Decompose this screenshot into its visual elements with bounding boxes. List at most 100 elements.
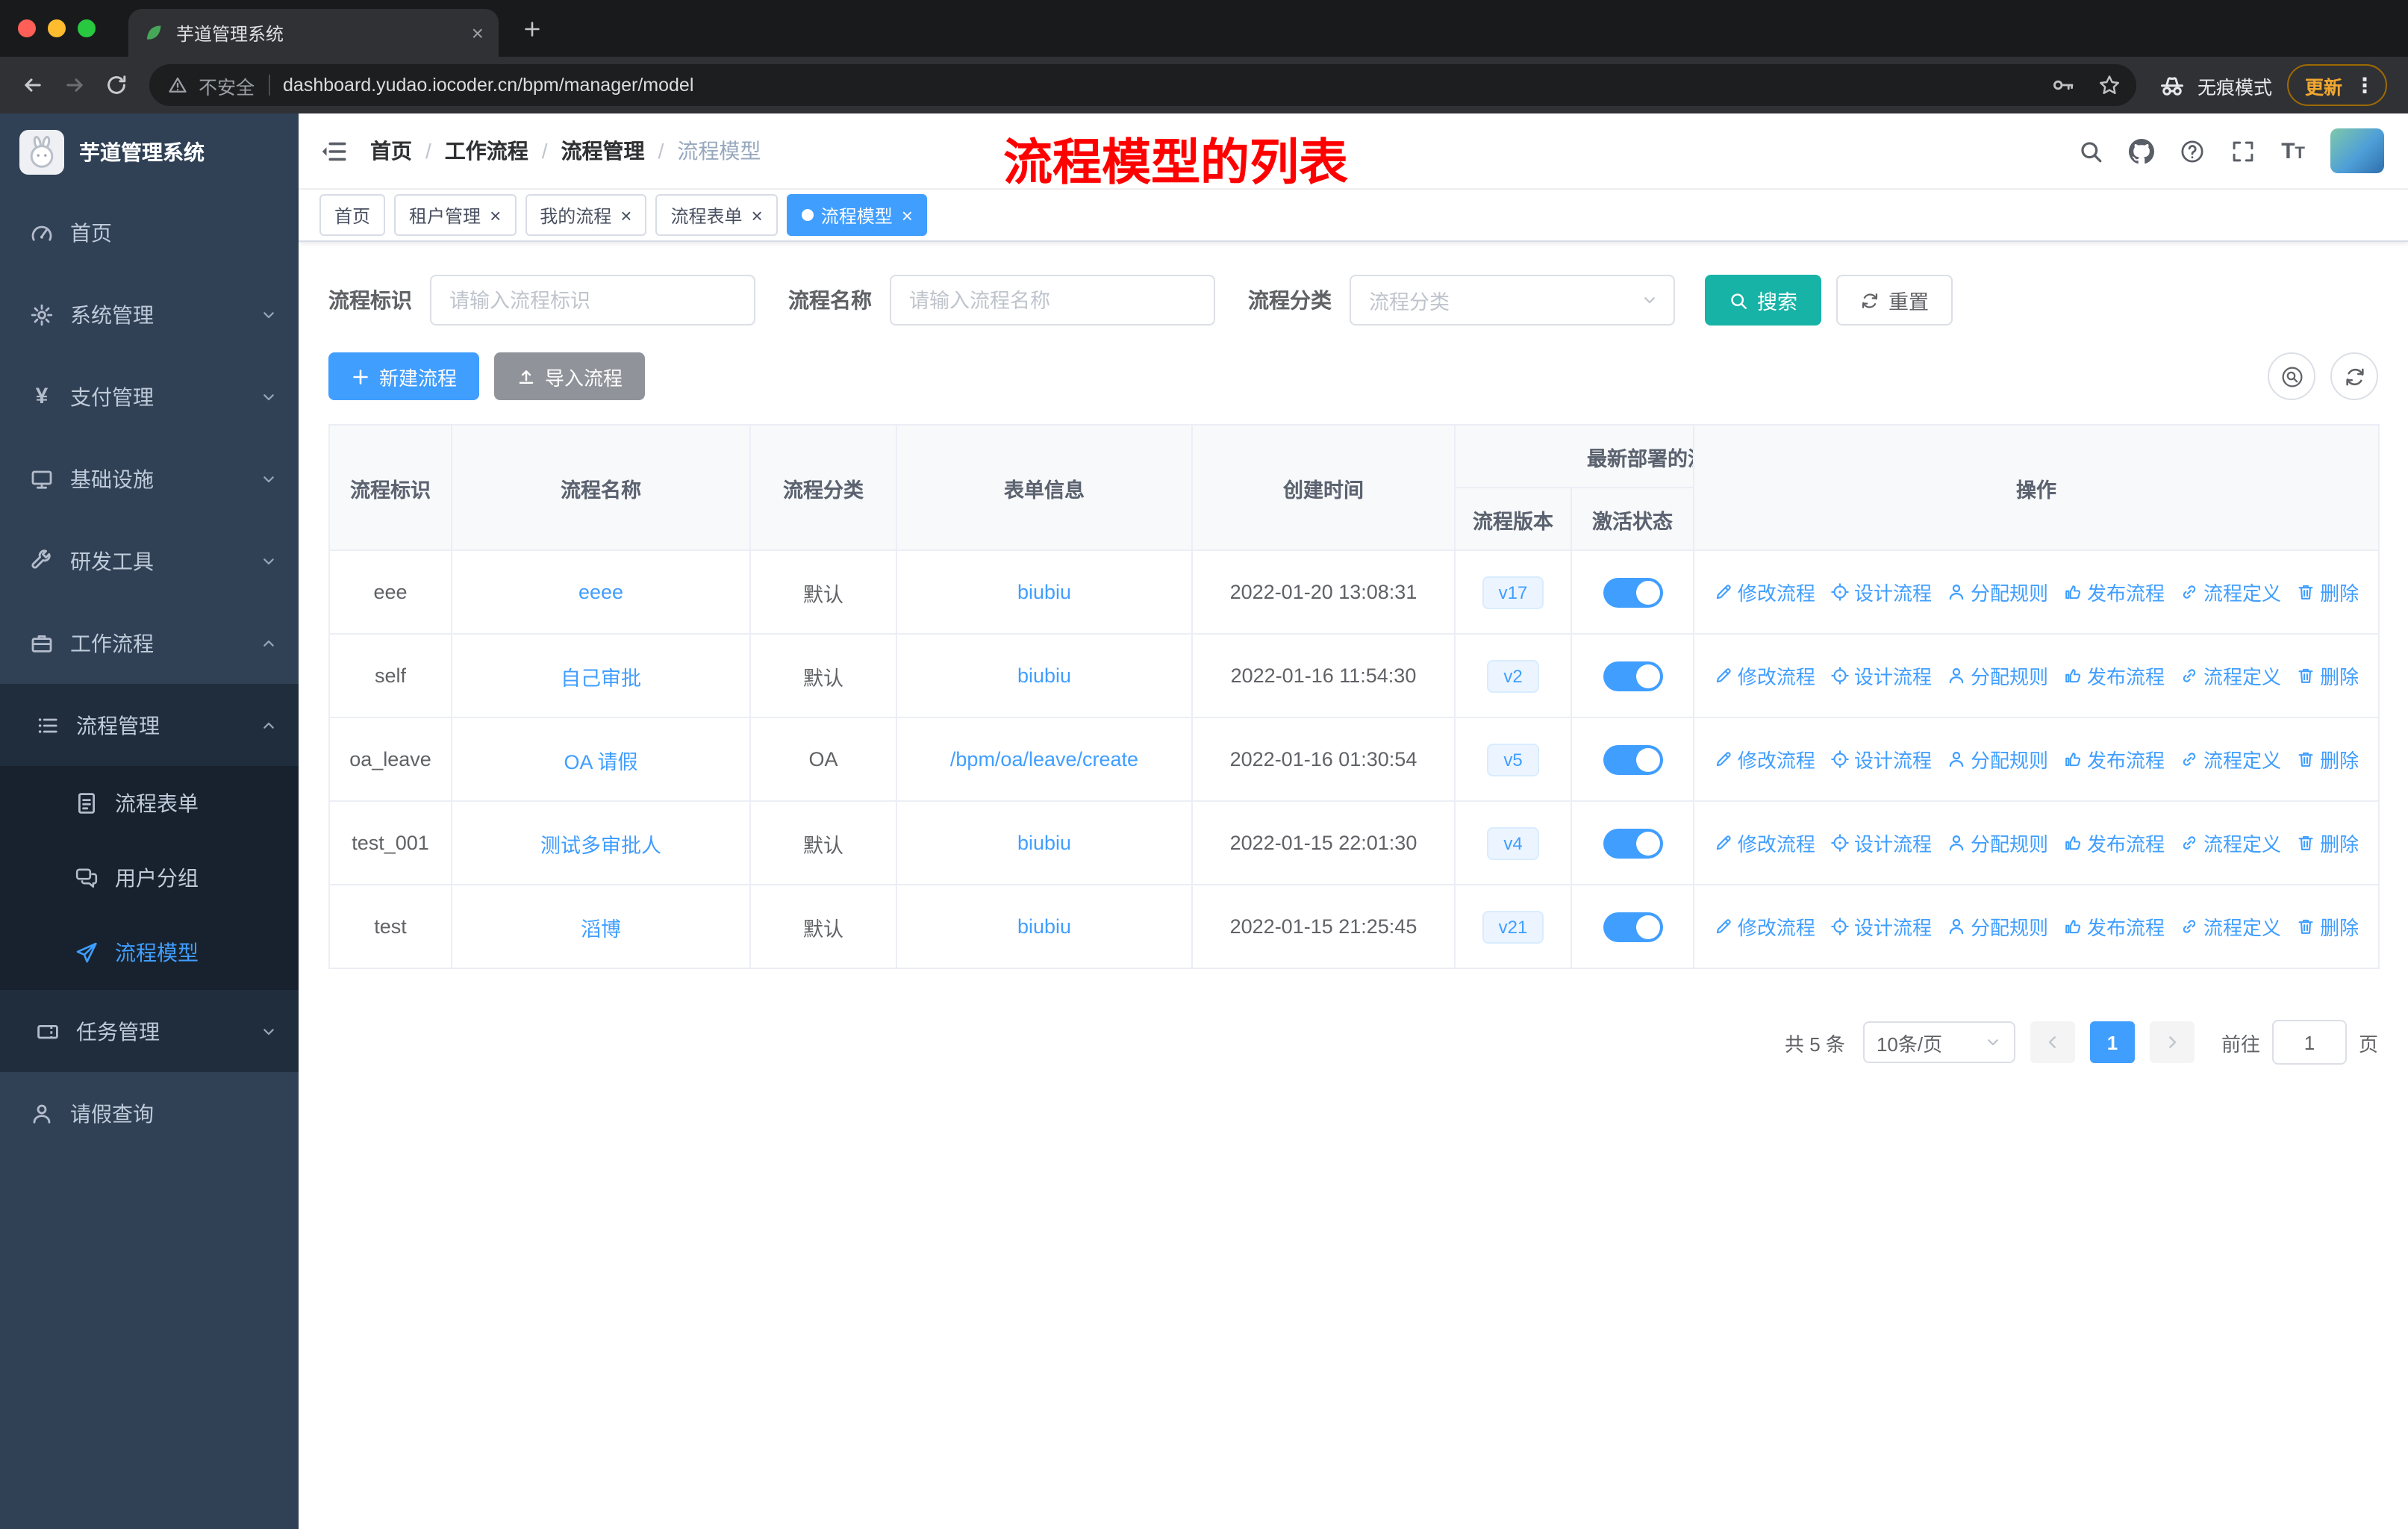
- user-avatar[interactable]: [2330, 128, 2384, 173]
- close-icon[interactable]: ×: [752, 205, 763, 225]
- reload-button[interactable]: [96, 64, 137, 106]
- back-button[interactable]: [12, 64, 54, 106]
- process-category-select[interactable]: 流程分类: [1350, 275, 1675, 326]
- active-toggle[interactable]: [1603, 661, 1662, 691]
- prev-page-button[interactable]: [2030, 1021, 2075, 1063]
- breadcrumb-home[interactable]: 首页: [370, 136, 412, 166]
- active-toggle[interactable]: [1603, 912, 1662, 941]
- sidebar-item-payment[interactable]: ¥ 支付管理: [0, 355, 299, 437]
- browser-update-chip[interactable]: 更新 ⋮: [2286, 64, 2387, 106]
- minimize-window-button[interactable]: [48, 19, 66, 37]
- tag-home[interactable]: 首页: [319, 194, 386, 236]
- sidebar-item-home[interactable]: 首页: [0, 191, 299, 273]
- active-toggle[interactable]: [1603, 577, 1662, 607]
- process-name-input[interactable]: [890, 275, 1215, 326]
- assign-rule-link[interactable]: 分配规则: [1947, 829, 2048, 857]
- sidebar-item-infra[interactable]: 基础设施: [0, 437, 299, 520]
- tab-close-icon[interactable]: ×: [472, 22, 484, 43]
- breadcrumb-process-mgmt[interactable]: 流程管理: [561, 136, 645, 166]
- active-toggle[interactable]: [1603, 828, 1662, 858]
- flow-definition-link[interactable]: 流程定义: [2180, 661, 2281, 690]
- toggle-search-button[interactable]: [2268, 352, 2315, 400]
- github-icon[interactable]: [2129, 138, 2154, 164]
- sidebar-collapse-icon[interactable]: [319, 137, 348, 165]
- next-page-button[interactable]: [2149, 1021, 2195, 1063]
- font-size-icon[interactable]: TT: [2281, 140, 2305, 162]
- process-name-link[interactable]: OA 请假: [564, 750, 637, 773]
- modify-flow-link[interactable]: 修改流程: [1714, 578, 1815, 606]
- process-name-link[interactable]: 自己审批: [561, 667, 641, 689]
- active-toggle[interactable]: [1603, 744, 1662, 774]
- kebab-menu-icon[interactable]: ⋮: [2354, 72, 2375, 98]
- flow-definition-link[interactable]: 流程定义: [2180, 829, 2281, 857]
- import-flow-button[interactable]: 导入流程: [494, 352, 646, 400]
- bookmark-star-icon[interactable]: [2097, 73, 2121, 97]
- assign-rule-link[interactable]: 分配规则: [1947, 912, 2048, 941]
- process-name-link[interactable]: eeee: [578, 581, 623, 603]
- design-flow-link[interactable]: 设计流程: [1830, 912, 1932, 941]
- sidebar-item-process-form[interactable]: 流程表单: [0, 766, 299, 841]
- close-icon[interactable]: ×: [620, 205, 631, 225]
- tag-my-flows[interactable]: 我的流程 ×: [525, 194, 647, 236]
- sidebar-item-user-group[interactable]: 用户分组: [0, 841, 299, 915]
- delete-link[interactable]: 删除: [2296, 578, 2359, 606]
- modify-flow-link[interactable]: 修改流程: [1714, 661, 1815, 690]
- flow-definition-link[interactable]: 流程定义: [2180, 578, 2281, 606]
- delete-link[interactable]: 删除: [2296, 829, 2359, 857]
- process-key-input[interactable]: [430, 275, 755, 326]
- create-flow-button[interactable]: 新建流程: [328, 352, 480, 400]
- page-number-1[interactable]: 1: [2089, 1021, 2135, 1063]
- tag-process-model[interactable]: 流程模型 ×: [786, 194, 928, 236]
- sidebar-item-system[interactable]: 系统管理: [0, 273, 299, 355]
- sidebar-item-process-model[interactable]: 流程模型: [0, 915, 299, 990]
- form-info-link[interactable]: biubiu: [1017, 832, 1071, 854]
- close-icon[interactable]: ×: [490, 205, 501, 225]
- form-info-link[interactable]: /bpm/oa/leave/create: [950, 748, 1138, 770]
- forward-button[interactable]: [54, 64, 96, 106]
- publish-flow-link[interactable]: 发布流程: [2063, 829, 2165, 857]
- design-flow-link[interactable]: 设计流程: [1830, 578, 1932, 606]
- modify-flow-link[interactable]: 修改流程: [1714, 912, 1815, 941]
- modify-flow-link[interactable]: 修改流程: [1714, 829, 1815, 857]
- process-name-link[interactable]: 滔博: [581, 918, 621, 940]
- search-button[interactable]: 搜索: [1705, 275, 1821, 326]
- zoom-window-button[interactable]: [78, 19, 96, 37]
- password-key-icon[interactable]: [2051, 73, 2075, 97]
- tag-process-form[interactable]: 流程表单 ×: [655, 194, 778, 236]
- reset-button[interactable]: 重置: [1836, 275, 1953, 326]
- new-tab-button[interactable]: [511, 7, 552, 49]
- flow-definition-link[interactable]: 流程定义: [2180, 745, 2281, 773]
- delete-link[interactable]: 删除: [2296, 661, 2359, 690]
- design-flow-link[interactable]: 设计流程: [1830, 745, 1932, 773]
- help-icon[interactable]: [2180, 138, 2205, 164]
- page-size-select[interactable]: 10条/页: [1862, 1021, 2015, 1063]
- publish-flow-link[interactable]: 发布流程: [2063, 578, 2165, 606]
- sidebar-item-devtools[interactable]: 研发工具: [0, 520, 299, 602]
- sidebar-item-process-mgmt[interactable]: 流程管理: [0, 684, 299, 766]
- design-flow-link[interactable]: 设计流程: [1830, 661, 1932, 690]
- publish-flow-link[interactable]: 发布流程: [2063, 745, 2165, 773]
- assign-rule-link[interactable]: 分配规则: [1947, 578, 2048, 606]
- publish-flow-link[interactable]: 发布流程: [2063, 661, 2165, 690]
- assign-rule-link[interactable]: 分配规则: [1947, 745, 2048, 773]
- close-icon[interactable]: ×: [902, 205, 913, 225]
- form-info-link[interactable]: biubiu: [1017, 915, 1071, 938]
- refresh-table-button[interactable]: [2330, 352, 2378, 400]
- modify-flow-link[interactable]: 修改流程: [1714, 745, 1815, 773]
- fullscreen-icon[interactable]: [2230, 138, 2256, 164]
- browser-tab[interactable]: 芋道管理系统 ×: [128, 9, 499, 57]
- process-name-link[interactable]: 测试多审批人: [540, 834, 661, 856]
- close-window-button[interactable]: [18, 19, 36, 37]
- design-flow-link[interactable]: 设计流程: [1830, 829, 1932, 857]
- assign-rule-link[interactable]: 分配规则: [1947, 661, 2048, 690]
- flow-definition-link[interactable]: 流程定义: [2180, 912, 2281, 941]
- sidebar-item-leave-query[interactable]: 请假查询: [0, 1072, 299, 1154]
- tag-tenant-mgmt[interactable]: 租户管理 ×: [394, 194, 517, 236]
- address-bar[interactable]: 不安全 dashboard.yudao.iocoder.cn/bpm/manag…: [149, 64, 2136, 106]
- goto-page-input[interactable]: [2271, 1020, 2347, 1065]
- search-icon[interactable]: [2078, 138, 2103, 164]
- breadcrumb-workflow[interactable]: 工作流程: [445, 136, 528, 166]
- app-logo[interactable]: 芋道管理系统: [0, 113, 299, 191]
- sidebar-item-workflow[interactable]: 工作流程: [0, 602, 299, 684]
- publish-flow-link[interactable]: 发布流程: [2063, 912, 2165, 941]
